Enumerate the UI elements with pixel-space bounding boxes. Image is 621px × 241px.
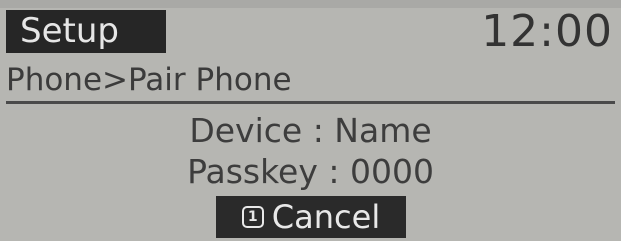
breadcrumb: Phone>Pair Phone [6, 62, 292, 98]
preset-key-1-icon: 1 [241, 206, 264, 228]
clock-display: 12:00 [481, 6, 613, 57]
screen-title: Setup [6, 10, 166, 53]
device-name-line: Device : Name [189, 111, 432, 150]
head-unit-screen: Setup 12:00 Phone>Pair Phone Device : Na… [0, 0, 621, 241]
passkey-line: Passkey : 0000 [187, 152, 434, 191]
cancel-label: Cancel [271, 198, 381, 236]
header-divider [6, 101, 615, 104]
cancel-button[interactable]: 1 Cancel [216, 196, 406, 238]
